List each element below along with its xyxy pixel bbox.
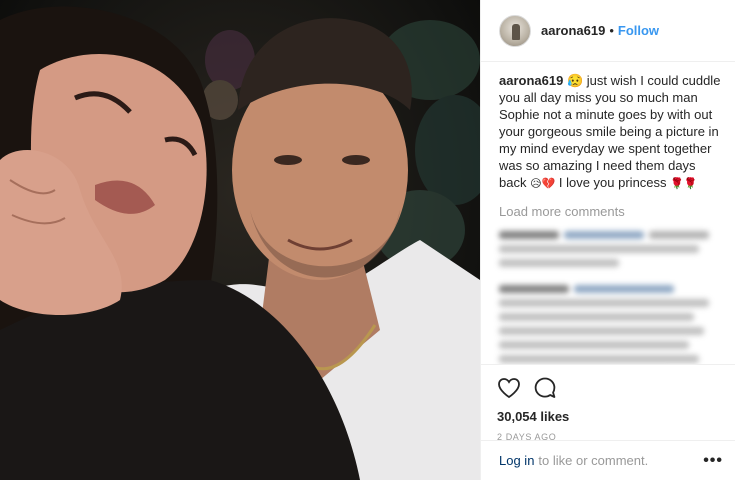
post-header: aarona619 • Follow xyxy=(481,0,735,62)
post-photo[interactable] xyxy=(0,0,480,480)
action-icons xyxy=(497,373,721,403)
caption-username[interactable]: aarona619 xyxy=(499,73,563,88)
post-caption: aarona619 😥 just wish I could cuddle you… xyxy=(499,72,721,192)
caption-emoji-mid: 😥💔 xyxy=(530,177,556,190)
blurred-comment-placeholder xyxy=(499,231,709,363)
comment-bubble-icon[interactable] xyxy=(533,376,557,400)
header-username[interactable]: aarona619 xyxy=(541,23,605,38)
login-prompt-text: to like or comment. xyxy=(538,453,649,468)
post-sidebar: aarona619 • Follow aarona619 😥 just wish… xyxy=(480,0,735,480)
post-actions: 30,054 likes 2 DAYS AGO xyxy=(481,364,735,442)
more-options-icon[interactable]: ••• xyxy=(703,452,723,470)
login-link[interactable]: Log in xyxy=(499,453,534,468)
likes-count[interactable]: 30,054 likes xyxy=(497,409,721,424)
caption-text-part1: 😥 just wish I could cuddle you all day m… xyxy=(499,73,721,190)
separator-dot: • xyxy=(609,23,614,38)
avatar[interactable] xyxy=(499,14,531,47)
caption-text-part2: I love you princess xyxy=(555,175,671,190)
instagram-post: aarona619 • Follow aarona619 😥 just wish… xyxy=(0,0,735,480)
caption-emoji-end: 🌹🌹 xyxy=(670,177,698,190)
load-more-comments-link[interactable]: Load more comments xyxy=(499,204,721,219)
photo-illustration xyxy=(0,6,480,480)
follow-button[interactable]: Follow xyxy=(618,23,659,38)
blurred-comments xyxy=(499,229,721,364)
comments-area: aarona619 😥 just wish I could cuddle you… xyxy=(481,62,735,364)
heart-icon[interactable] xyxy=(497,376,521,400)
login-bar: Log in to like or comment. ••• xyxy=(481,440,735,480)
